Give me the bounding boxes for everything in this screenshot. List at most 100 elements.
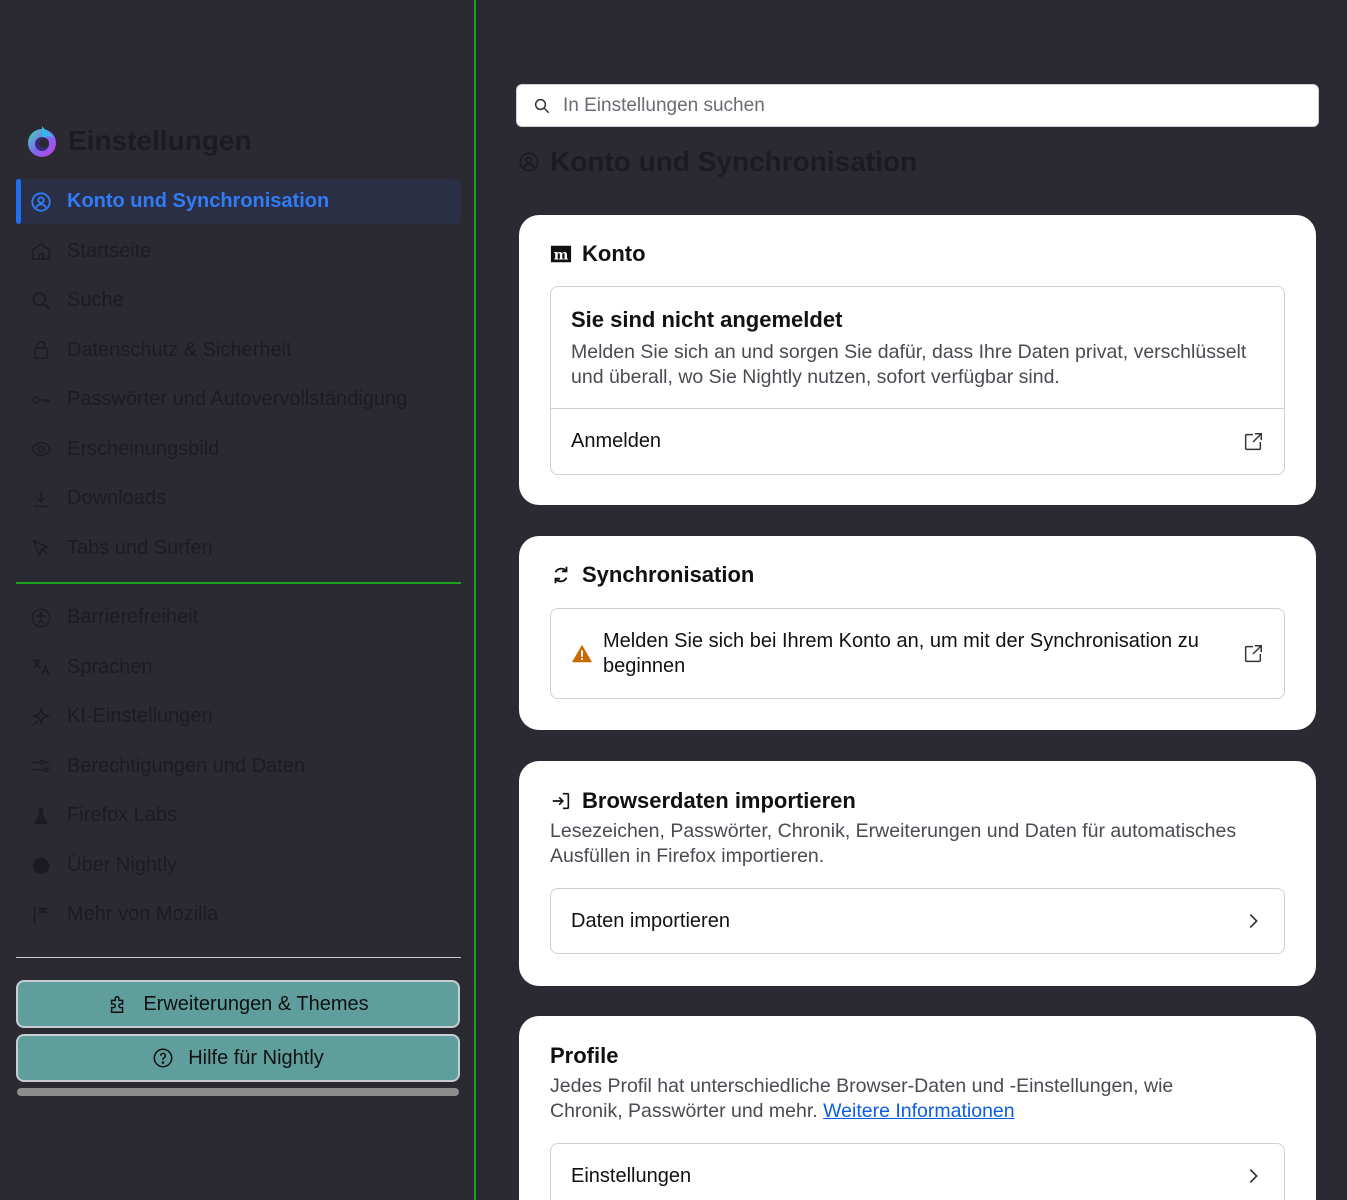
nav-item-label: KI-Einstellungen — [67, 705, 213, 727]
sync-card: Synchronisation Melden Sie sich bei Ihre… — [519, 536, 1316, 730]
sliders-icon — [30, 755, 52, 777]
import-desc: Lesezeichen, Passwörter, Chronik, Erweit… — [550, 820, 1237, 867]
extensions-themes-button[interactable]: Erweiterungen & Themes — [16, 980, 460, 1028]
profiles-card: Profile Jedes Profil hat unterschiedlich… — [519, 1016, 1316, 1200]
page-title: Konto und Synchronisation — [550, 146, 918, 177]
eye-icon — [30, 438, 52, 460]
sync-warning: Melden Sie sich bei Ihrem Konto an, um m… — [571, 629, 1223, 679]
account-status: Sie sind nicht angemeldet Melden Sie sic… — [551, 287, 1284, 409]
signin-label: Anmelden — [571, 430, 662, 452]
signin-button[interactable]: Anmelden — [551, 409, 1284, 474]
svg-text:m: m — [554, 248, 569, 264]
sparkle-icon — [30, 705, 52, 728]
chevron-right-icon — [1242, 910, 1264, 932]
learn-more-link[interactable]: Weitere Informationen — [823, 1100, 1015, 1122]
nav-item-datenschutz[interactable]: Datenschutz & Sicherheit — [16, 328, 461, 373]
nav-primary: Konto und Synchronisation Startseite Suc… — [16, 179, 461, 575]
nav-item-label: Startseite — [67, 239, 152, 262]
cursor-icon — [30, 537, 52, 559]
nav-item-konto-sync[interactable]: Konto und Synchronisation — [16, 179, 461, 224]
profiles-desc-block: Jedes Profil hat unterschiedliche Browse… — [550, 1074, 1250, 1124]
import-icon — [550, 790, 572, 812]
nav-item-label: Datenschutz & Sicherheit — [67, 338, 292, 361]
footer-divider — [16, 957, 461, 958]
translate-icon — [30, 656, 52, 678]
import-data-label: Daten importieren — [571, 909, 730, 932]
account-card-header: m Konto — [550, 241, 646, 267]
nav-item-label: Erscheinungsbild — [67, 437, 220, 460]
nav-divider — [16, 582, 461, 584]
nav-item-startseite[interactable]: Startseite — [16, 229, 461, 274]
lock-icon — [30, 339, 52, 361]
page-title-sidebar: Einstellungen — [68, 125, 252, 156]
sync-card-header: Synchronisation — [550, 562, 754, 588]
nav-item-sprachen[interactable]: Sprachen — [16, 645, 461, 690]
chevron-right-icon — [1242, 1165, 1264, 1187]
nav-item-barrierefreiheit[interactable]: Barrierefreiheit — [16, 595, 461, 640]
help-icon — [152, 1047, 174, 1069]
extensions-themes-label: Erweiterungen & Themes — [143, 992, 369, 1015]
nav-item-ueber-nightly[interactable]: Über Nightly — [16, 843, 461, 888]
key-icon — [30, 389, 52, 411]
nav-item-label: Über Nightly — [67, 853, 178, 876]
settings-search[interactable] — [516, 84, 1319, 127]
puzzle-icon — [107, 993, 129, 1015]
sync-heading: Synchronisation — [582, 562, 755, 587]
nav-item-label: Firefox Labs — [67, 804, 178, 826]
sync-signin-row[interactable]: Melden Sie sich bei Ihrem Konto an, um m… — [550, 608, 1285, 699]
profiles-settings-label: Einstellungen — [571, 1164, 692, 1187]
account-status-title: Sie sind nicht angemeldet — [571, 307, 843, 332]
nav-item-suche[interactable]: Suche — [16, 278, 461, 323]
nav-item-downloads[interactable]: Downloads — [16, 476, 461, 521]
nav-item-label: Sprachen — [67, 655, 153, 678]
nav-item-label: Tabs und Surfen — [67, 536, 213, 559]
nav-item-label: Konto und Synchronisation — [67, 190, 330, 212]
account-card: m Konto Sie sind nicht angemeldet Melden… — [519, 215, 1316, 505]
account-icon — [518, 151, 540, 173]
sidebar-scrollbar[interactable] — [17, 1088, 459, 1096]
nav-item-ki[interactable]: KI-Einstellungen — [16, 694, 461, 739]
nav-item-passwoerter[interactable]: Passwörter und Autovervollständigung — [16, 377, 461, 422]
search-icon — [30, 290, 52, 312]
nav-item-label: Passwörter und Autovervollständigung — [67, 388, 408, 410]
external-link-icon — [1242, 643, 1264, 665]
nav-item-mehr-mozilla[interactable]: Mehr von Mozilla — [16, 892, 461, 937]
page-heading: Konto und Synchronisation — [518, 146, 917, 178]
nav-item-label: Downloads — [67, 487, 166, 509]
nightly-logo-icon — [28, 126, 56, 157]
help-label: Hilfe für Nightly — [188, 1046, 324, 1069]
import-card: Browserdaten importieren Lesezeichen, Pa… — [519, 761, 1316, 986]
account-heading: Konto — [582, 241, 646, 266]
warning-icon — [571, 643, 593, 665]
nav-secondary: Barrierefreiheit Sprachen KI-Einstellung… — [16, 595, 461, 942]
nav-item-berechtigungen[interactable]: Berechtigungen und Daten — [16, 744, 461, 789]
account-status-box: Sie sind nicht angemeldet Melden Sie sic… — [550, 286, 1285, 475]
profiles-settings-button[interactable]: Einstellungen — [550, 1143, 1285, 1200]
search-icon — [533, 97, 551, 115]
mozilla-flag-icon — [30, 904, 52, 926]
profiles-card-header: Profile — [550, 1043, 618, 1069]
nav-item-erscheinungsbild[interactable]: Erscheinungsbild — [16, 427, 461, 472]
sync-warning-text: Melden Sie sich bei Ihrem Konto an, um m… — [603, 629, 1199, 677]
account-status-desc: Melden Sie sich an und sorgen Sie dafür,… — [571, 341, 1247, 388]
profiles-heading: Profile — [550, 1043, 619, 1068]
nav-item-label: Barrierefreiheit — [67, 606, 199, 628]
help-button[interactable]: Hilfe für Nightly — [16, 1034, 460, 1082]
sidebar-header: Einstellungen — [26, 124, 252, 158]
import-card-header: Browserdaten importieren — [550, 788, 856, 814]
nav-item-label: Mehr von Mozilla — [67, 903, 219, 925]
home-icon — [30, 240, 52, 262]
download-icon — [30, 488, 52, 510]
external-link-icon — [1242, 431, 1264, 453]
flask-icon — [30, 805, 52, 827]
nav-item-label: Suche — [67, 289, 124, 311]
account-icon — [30, 191, 52, 213]
nightly-logo-icon — [30, 854, 52, 876]
nav-item-tabs[interactable]: Tabs und Surfen — [16, 526, 461, 571]
sync-icon — [550, 564, 572, 586]
search-input[interactable] — [563, 94, 1263, 117]
import-data-button[interactable]: Daten importieren — [550, 888, 1285, 954]
accessibility-icon — [30, 607, 52, 629]
import-heading: Browserdaten importieren — [582, 788, 856, 813]
nav-item-firefox-labs[interactable]: Firefox Labs — [16, 793, 461, 838]
